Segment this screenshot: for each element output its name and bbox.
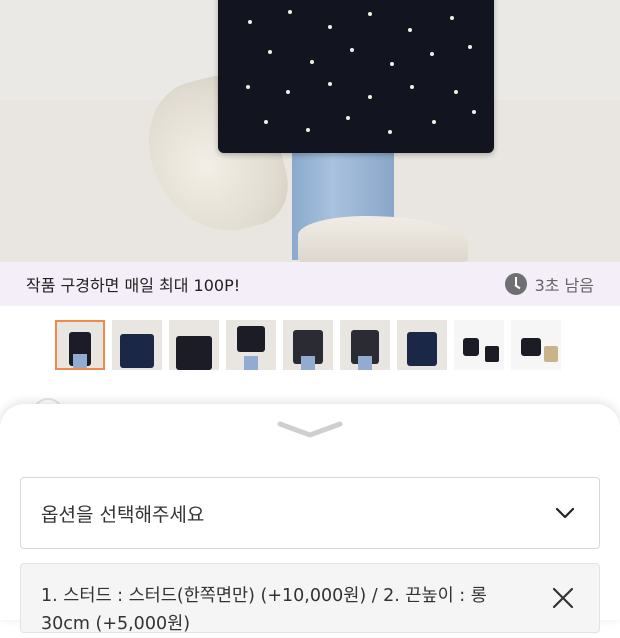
bag-pearl-dot [454,90,458,94]
bag-pearl-dot [264,120,268,124]
clock-icon [504,273,527,295]
bag-pearl-dot [468,45,472,49]
thumbnail-7[interactable] [397,320,447,370]
chevron-down-icon[interactable] [276,418,344,440]
bag-pearl-dot [472,110,476,114]
bag-pearl-dot [368,12,372,16]
bag-pearl-dot [430,52,434,56]
bag-pearl-dot [388,130,392,134]
option-select[interactable]: 옵션을 선택해주세요 [20,477,600,549]
thumbnail-9[interactable] [511,320,561,370]
reward-message: 작품 구경하면 매일 최대 100P! [26,276,241,295]
reward-timer-text: 3초 남음 [534,276,594,295]
bag-pearl-dot [288,10,292,14]
option-select-placeholder: 옵션을 선택해주세요 [41,503,205,526]
close-icon[interactable] [551,586,575,610]
thumbnail-5[interactable] [283,320,333,370]
bag-pearl-dot [328,25,332,29]
bag-pearl-dot [450,16,454,20]
bag-pearl-dot [306,128,310,132]
option-bottom-sheet: 옵션을 선택해주세요 1. 스터드 : 스터드(한쪽면만) (+10,000원)… [0,404,620,634]
bag-pearl-dot [390,62,394,66]
bag-pearl-dot [328,82,332,86]
bag-pearl-dot [286,90,290,94]
bag-pearl-dot [410,85,414,89]
thumbnail-8[interactable] [454,320,504,370]
bag-pearl-dot [310,60,314,64]
thumbnail-strip [55,320,561,370]
thumbnail-1[interactable] [55,320,105,370]
thumbnail-3[interactable] [169,320,219,370]
bag-pearl-dot [432,120,436,124]
bag-pearl-dot [346,116,350,120]
bag-pearl-dot [248,20,252,24]
product-image[interactable] [0,0,620,262]
bag-pearl-dot [408,28,412,32]
chevron-down-icon [555,507,575,519]
thumbnail-4[interactable] [226,320,276,370]
thumbnail-2[interactable] [112,320,162,370]
bag-pearl-dot [268,50,272,54]
reward-banner: 작품 구경하면 매일 최대 100P! 3초 남음 [0,262,620,306]
thumbnail-6[interactable] [340,320,390,370]
photo-tote-bag [218,0,494,153]
bag-pearl-dot [246,85,250,89]
bag-pearl-dot [350,48,354,52]
reward-timer: 3초 남음 [504,272,594,296]
bag-pearl-dot [368,95,372,99]
selected-option-text: 1. 스터드 : 스터드(한쪽면만) (+10,000원) / 2. 끈높이 :… [41,586,487,634]
selected-option-item: 1. 스터드 : 스터드(한쪽면만) (+10,000원) / 2. 끈높이 :… [20,563,600,634]
